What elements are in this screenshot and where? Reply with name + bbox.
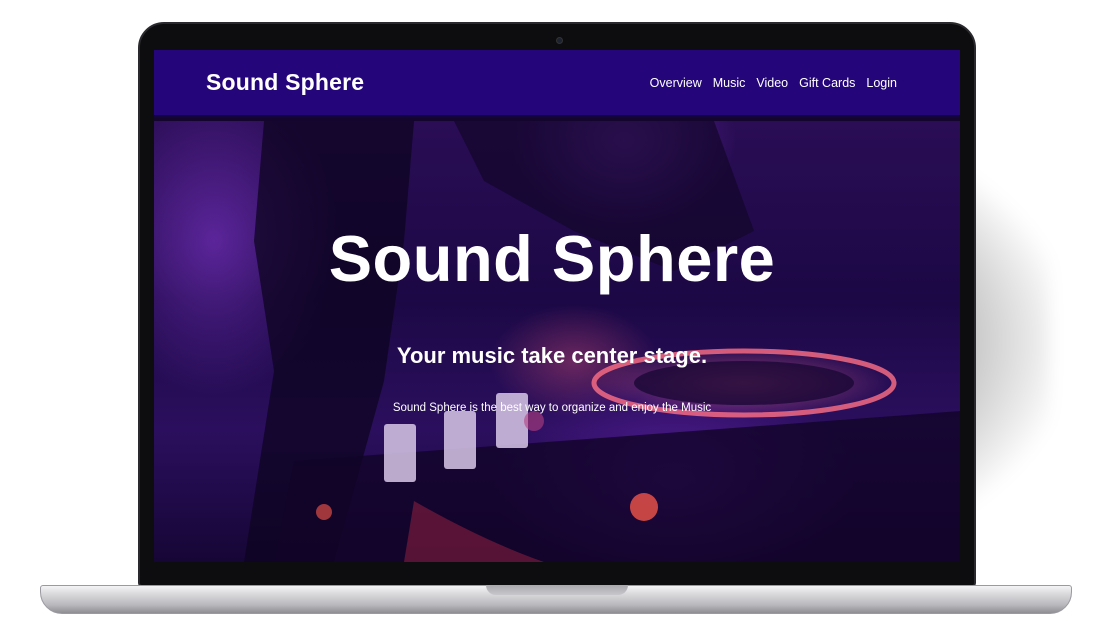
nav-link-video[interactable]: Video <box>756 76 788 90</box>
nav-link-music[interactable]: Music <box>713 76 746 90</box>
nav-links: Overview Music Video Gift Cards Login <box>650 76 897 90</box>
nav-link-gift-cards[interactable]: Gift Cards <box>799 76 855 90</box>
hero-section: Sound Sphere Your music take center stag… <box>154 121 960 562</box>
nav-link-login[interactable]: Login <box>866 76 897 90</box>
hero-subtitle: Your music take center stage. <box>396 343 708 368</box>
dj-mixer-background-image <box>244 121 960 562</box>
hero-title: Sound Sphere <box>328 222 776 295</box>
hero-description: Sound Sphere is the best way to organize… <box>392 402 712 414</box>
nav-link-overview[interactable]: Overview <box>650 76 702 90</box>
brand-logo[interactable]: Sound Sphere <box>206 69 364 96</box>
laptop-screen: Sound Sphere Overview Music Video Gift C… <box>154 50 960 562</box>
mockup-stage: Sound Sphere Overview Music Video Gift C… <box>0 0 1108 630</box>
navbar: Sound Sphere Overview Music Video Gift C… <box>154 50 960 118</box>
laptop-opening-notch <box>486 585 628 595</box>
webcam-icon <box>556 37 563 44</box>
